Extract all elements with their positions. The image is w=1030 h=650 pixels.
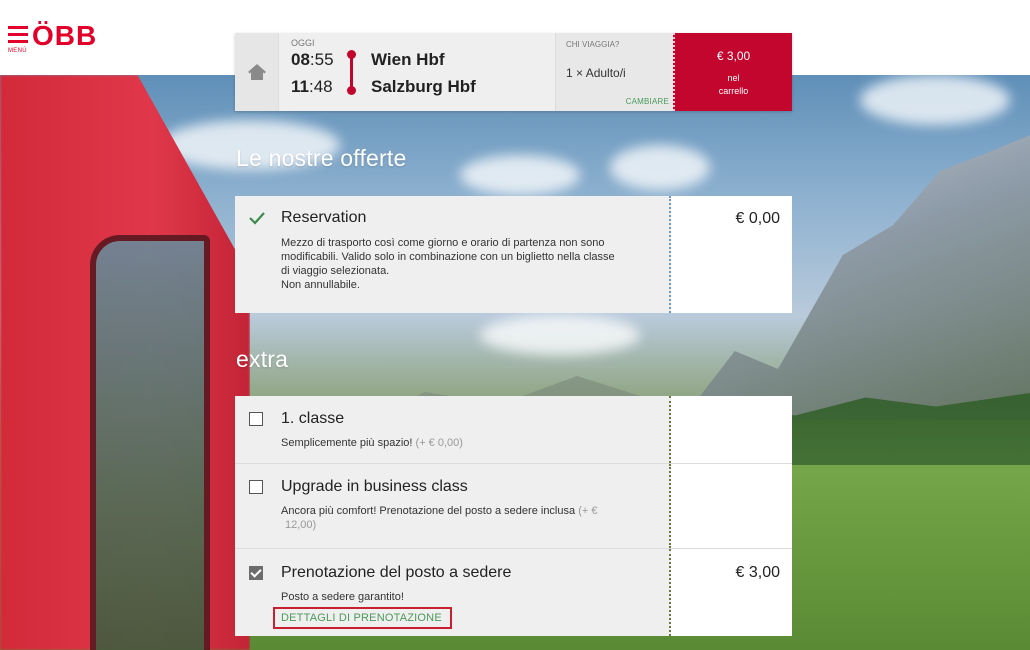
arrival-station: Salzburg Hbf [371, 77, 476, 96]
travelers-panel[interactable]: CHI VIAGGIA? 1 × Adulto/i CAMBIARE [555, 33, 673, 111]
extra-first-class[interactable]: 1. classe Semplicemente più spazio! (+ €… [235, 396, 792, 463]
change-travelers-link[interactable]: CAMBIARE [626, 97, 669, 106]
extra-desc-seat: Posto a sedere garantito! [281, 591, 404, 603]
route-line [350, 55, 353, 90]
checkbox-icon[interactable] [249, 566, 263, 580]
cart-button[interactable]: € 3,00 nel carrello [673, 33, 792, 111]
check-icon [249, 212, 265, 225]
reservation-offer[interactable]: Reservation Mezzo di trasporto così come… [235, 196, 792, 313]
menu-label[interactable]: MENÙ [8, 48, 27, 54]
menu-icon[interactable] [8, 26, 30, 46]
booking-details-link[interactable]: DETTAGLI DI PRENOTAZIONE [273, 607, 452, 629]
reservation-desc: Mezzo di trasporto così come giorno e or… [281, 237, 615, 291]
route-start-dot [347, 50, 356, 59]
reservation-title: Reservation [281, 209, 367, 226]
seat-price: € 3,00 [735, 564, 780, 581]
departure-time: 08:55 [291, 50, 334, 69]
cloud [610, 145, 710, 190]
departure-station: Wien Hbf [371, 50, 445, 69]
extra-title: extra [236, 346, 289, 372]
train-window [90, 235, 210, 650]
day-label: OGGI [291, 38, 315, 48]
cloud [480, 315, 640, 355]
journey-summary: OGGI 08:55 11:48 Wien Hbf Salzburg Hbf C… [235, 33, 792, 111]
checkbox-icon[interactable] [249, 480, 263, 494]
cart-note: nel [727, 73, 740, 83]
extra-title-first-class: 1. classe [281, 410, 345, 427]
journey-times: OGGI 08:55 11:48 Wien Hbf Salzburg Hbf [279, 33, 555, 111]
extra-business-class[interactable]: Upgrade in business class Ancora più com… [235, 463, 792, 548]
arrival-time: 11:48 [291, 77, 333, 96]
extra-title-business: Upgrade in business class [281, 478, 468, 495]
extra-desc-business: Ancora più comfort! Prenotazione del pos… [281, 505, 598, 531]
cloud [860, 75, 1010, 125]
home-icon [247, 64, 266, 80]
extra-desc-first-class: Semplicemente più spazio! (+ € 0,00) [281, 437, 463, 449]
checkbox-icon[interactable] [249, 412, 263, 426]
menu-logo[interactable]: ÖBB [8, 22, 97, 50]
route-end-dot [347, 86, 356, 95]
extras-list: 1. classe Semplicemente più spazio! (+ €… [235, 396, 792, 636]
cart-price: € 3,00 [716, 49, 751, 63]
brand-logo[interactable]: ÖBB [32, 22, 97, 50]
extra-title-seat: Prenotazione del posto a sedere [281, 564, 512, 581]
extra-seat-reservation[interactable]: Prenotazione del posto a sedere Posto a … [235, 548, 792, 636]
travelers-value: 1 × Adulto/i [566, 66, 626, 80]
cloud [460, 155, 580, 195]
home-button[interactable] [235, 33, 279, 111]
reservation-price: € 0,00 [735, 210, 780, 227]
cart-note: carrello [718, 86, 749, 96]
offers-title: Le nostre offerte [236, 145, 407, 171]
travelers-label: CHI VIAGGIA? [566, 40, 620, 49]
